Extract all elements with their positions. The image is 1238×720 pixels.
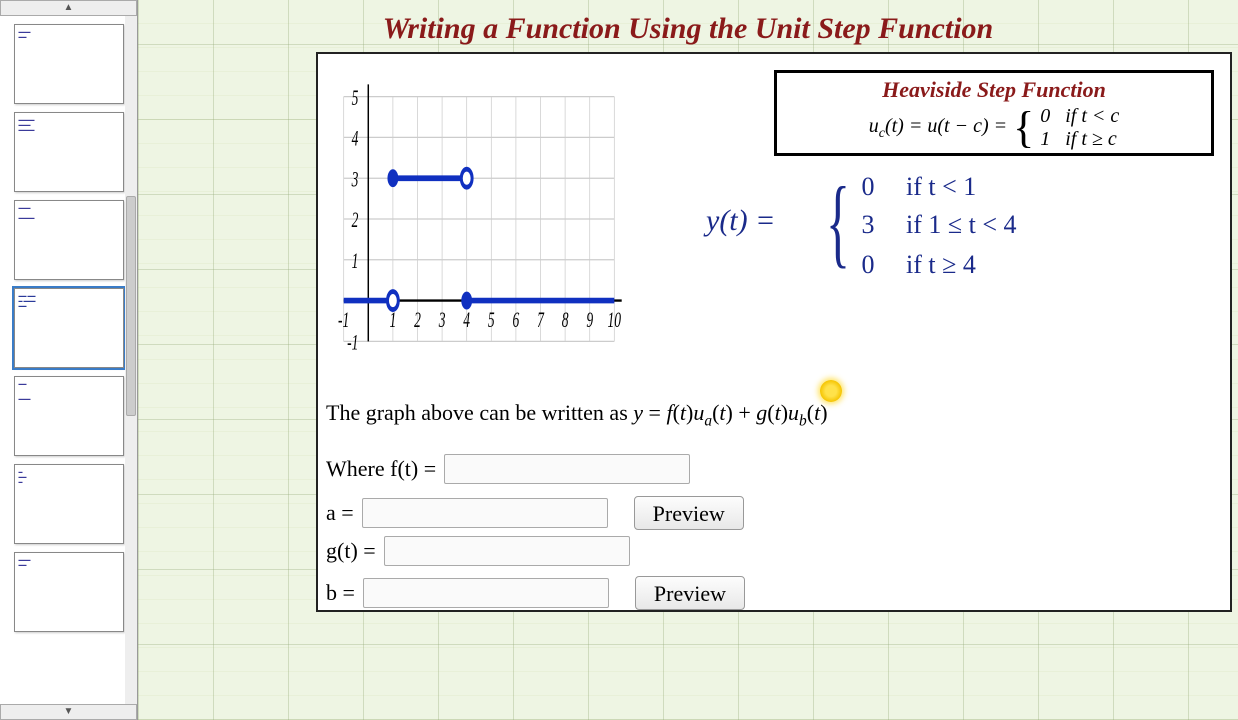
thumbnail-panel: ▲ ▬▬▬▬▬ ▬▬▬▬▬▬▬▬▬▬▬ ▬▬▬▬▬▬▬ ▬▬ ▬▬▬ ▬▬▬▬▬… (0, 0, 138, 720)
scroll-up-arrow[interactable]: ▲ (0, 0, 137, 16)
label-a: a = (326, 500, 354, 526)
svg-text:8: 8 (562, 308, 569, 333)
input-row-a: a = Preview (326, 496, 744, 530)
heaviside-row2-cond: if t ≥ c (1065, 128, 1117, 150)
slide-thumbnail[interactable]: ▬▬▬▬▬▬▬▬▬▬▬ (14, 112, 124, 192)
handwritten-lhs: y(t) = (706, 204, 775, 238)
input-row-ft: Where f(t) = (326, 454, 690, 484)
slide-canvas: Writing a Function Using the Unit Step F… (138, 0, 1238, 720)
svg-text:3: 3 (351, 167, 358, 192)
preview-button-b[interactable]: Preview (635, 576, 745, 610)
svg-text:7: 7 (537, 308, 544, 333)
slide-thumbnail[interactable]: ▬▬▬▬▬▬▬ (14, 200, 124, 280)
svg-text:9: 9 (586, 308, 593, 333)
slide-thumbnail[interactable]: ▬▬▬▬ (14, 464, 124, 544)
slide-thumbnail[interactable]: ▬▬ ▬▬▬ ▬▬▬▬▬ (14, 288, 124, 368)
label-gt: g(t) = (326, 538, 376, 564)
heaviside-formula: uc(t) = u(t − c) = { 0 if t < c 1 if t ≥… (785, 105, 1203, 151)
preview-button-a[interactable]: Preview (634, 496, 744, 530)
input-ft[interactable] (444, 454, 690, 484)
thumbnail-list: ▬▬▬▬▬ ▬▬▬▬▬▬▬▬▬▬▬ ▬▬▬▬▬▬▬ ▬▬ ▬▬▬ ▬▬▬▬▬ ▬… (0, 16, 137, 704)
input-row-gt: g(t) = (326, 536, 630, 566)
input-row-b: b = Preview (326, 576, 745, 610)
label-ft: Where f(t) = (326, 456, 436, 482)
handwritten-brace: { (826, 164, 850, 279)
handwritten-row-2: 3if 1 ≤ t < 4 (848, 210, 946, 240)
scroll-down-arrow[interactable]: ▼ (0, 704, 137, 720)
label-b: b = (326, 580, 355, 606)
page-title: Writing a Function Using the Unit Step F… (138, 0, 1238, 52)
svg-text:4: 4 (352, 126, 359, 151)
input-b[interactable] (363, 578, 609, 608)
scrollbar-thumb[interactable] (126, 196, 136, 416)
svg-text:1: 1 (352, 249, 359, 274)
heaviside-row1-cond: if t < c (1065, 105, 1119, 127)
svg-text:5: 5 (352, 85, 359, 110)
content-card: -112 345 678 910 1 2 3 4 5 -1 Heaviside … (316, 52, 1232, 612)
svg-text:-1: -1 (347, 330, 358, 355)
handwritten-row-3: 0if t ≥ 4 (848, 250, 946, 280)
heaviside-definition-box: Heaviside Step Function uc(t) = u(t − c)… (774, 70, 1214, 156)
svg-text:3: 3 (438, 308, 445, 333)
svg-text:5: 5 (488, 308, 495, 333)
heaviside-row1-val: 0 (1040, 105, 1050, 127)
thumbnail-scrollbar[interactable] (125, 16, 137, 704)
svg-text:6: 6 (513, 308, 520, 333)
heaviside-row2-val: 1 (1040, 128, 1050, 150)
handwritten-row-1: 0if t < 1 (848, 172, 946, 202)
svg-text:1: 1 (390, 308, 397, 333)
laser-pointer-icon (820, 380, 842, 402)
slide-thumbnail[interactable]: ▬▬▬▬▬ (14, 376, 124, 456)
svg-text:10: 10 (608, 308, 622, 333)
input-gt[interactable] (384, 536, 630, 566)
slide-thumbnail[interactable]: ▬▬▬▬▬ (14, 24, 124, 104)
svg-text:2: 2 (352, 208, 359, 233)
question-text: The graph above can be written as y = f(… (326, 400, 828, 430)
heaviside-title: Heaviside Step Function (785, 77, 1203, 103)
svg-text:2: 2 (414, 308, 421, 333)
slide-thumbnail[interactable]: ▬▬▬▬▬ (14, 552, 124, 632)
input-a[interactable] (362, 498, 608, 528)
svg-text:4: 4 (463, 308, 470, 333)
step-function-chart: -112 345 678 910 1 2 3 4 5 -1 (324, 64, 634, 374)
